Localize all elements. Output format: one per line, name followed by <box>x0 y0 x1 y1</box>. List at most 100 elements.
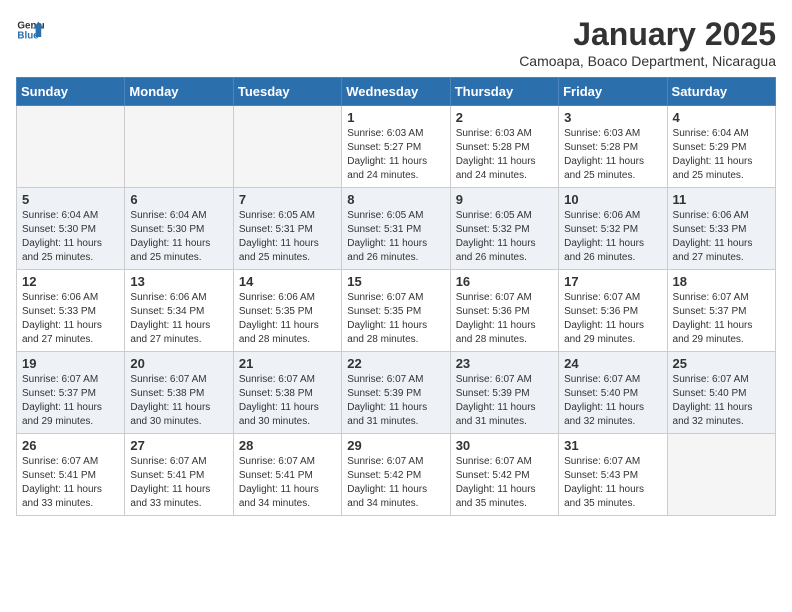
calendar-cell: 11Sunrise: 6:06 AM Sunset: 5:33 PM Dayli… <box>667 188 775 270</box>
day-info: Sunrise: 6:07 AM Sunset: 5:39 PM Dayligh… <box>456 373 553 429</box>
calendar-cell: 14 Sunrise: 6:06 AM Sunset: 5:35 PM Dayli… <box>233 270 341 352</box>
calendar-cell: 8 Sunrise: 6:05 AM Sunset: 5:31 PM Daylig… <box>342 188 450 270</box>
day-info: Sunrise: 6:07 AM Sunset: 5:38 PM Dayligh… <box>239 373 336 429</box>
day-info: Sunrise: 6:03 AM Sunset: 5:28 PM Dayligh… <box>564 127 661 183</box>
day-number: 26 <box>22 438 119 453</box>
weekday-header-saturday: Saturday <box>667 78 775 106</box>
day-number: 7 <box>239 192 336 207</box>
day-info: Sunrise: 6:07 AM Sunset: 5:39 PM Dayligh… <box>347 373 444 429</box>
weekday-header-sunday: Sunday <box>17 78 125 106</box>
weekday-header-monday: Monday <box>125 78 233 106</box>
day-number: 28 <box>239 438 336 453</box>
day-number: 25 <box>673 356 770 371</box>
calendar-cell: 4Sunrise: 6:04 AM Sunset: 5:29 PM Daylig… <box>667 106 775 188</box>
day-info: Sunrise: 6:07 AM Sunset: 5:43 PM Dayligh… <box>564 455 661 511</box>
day-info: Sunrise: 6:07 AM Sunset: 5:40 PM Dayligh… <box>564 373 661 429</box>
day-number: 5 <box>22 192 119 207</box>
calendar-cell: 15 Sunrise: 6:07 AM Sunset: 5:35 PM Dayli… <box>342 270 450 352</box>
day-info: Sunrise: 6:06 AM Sunset: 5:33 PM Dayligh… <box>22 291 119 347</box>
day-info: Sunrise: 6:04 AM Sunset: 5:29 PM Dayligh… <box>673 127 770 183</box>
calendar-cell: 2Sunrise: 6:03 AM Sunset: 5:28 PM Daylig… <box>450 106 558 188</box>
calendar-cell: 28 Sunrise: 6:07 AM Sunset: 5:41 PM Dayli… <box>233 434 341 516</box>
calendar-cell: 9 Sunrise: 6:05 AM Sunset: 5:32 PM Daylig… <box>450 188 558 270</box>
calendar-cell: 13 Sunrise: 6:06 AM Sunset: 5:34 PM Dayli… <box>125 270 233 352</box>
day-info: Sunrise: 6:07 AM Sunset: 5:42 PM Dayligh… <box>347 455 444 511</box>
weekday-header-friday: Friday <box>559 78 667 106</box>
day-number: 30 <box>456 438 553 453</box>
day-info: Sunrise: 6:03 AM Sunset: 5:27 PM Dayligh… <box>347 127 444 183</box>
day-info: Sunrise: 6:04 AM Sunset: 5:30 PM Dayligh… <box>130 209 227 265</box>
week-row-4: 19 Sunrise: 6:07 AM Sunset: 5:37 PM Dayli… <box>17 352 776 434</box>
day-number: 14 <box>239 274 336 289</box>
calendar-cell: 3 Sunrise: 6:03 AM Sunset: 5:28 PM Daylig… <box>559 106 667 188</box>
week-row-3: 12Sunrise: 6:06 AM Sunset: 5:33 PM Dayli… <box>17 270 776 352</box>
weekday-header-wednesday: Wednesday <box>342 78 450 106</box>
day-info: Sunrise: 6:03 AM Sunset: 5:28 PM Dayligh… <box>456 127 553 183</box>
day-info: Sunrise: 6:06 AM Sunset: 5:35 PM Dayligh… <box>239 291 336 347</box>
day-number: 15 <box>347 274 444 289</box>
calendar-cell: 5 Sunrise: 6:04 AM Sunset: 5:30 PM Daylig… <box>17 188 125 270</box>
day-info: Sunrise: 6:06 AM Sunset: 5:32 PM Dayligh… <box>564 209 661 265</box>
calendar-cell: 25Sunrise: 6:07 AM Sunset: 5:40 PM Dayli… <box>667 352 775 434</box>
logo: General Blue <box>16 16 44 44</box>
calendar-cell <box>667 434 775 516</box>
day-info: Sunrise: 6:07 AM Sunset: 5:37 PM Dayligh… <box>22 373 119 429</box>
day-info: Sunrise: 6:07 AM Sunset: 5:41 PM Dayligh… <box>22 455 119 511</box>
calendar-cell: 19 Sunrise: 6:07 AM Sunset: 5:37 PM Dayli… <box>17 352 125 434</box>
calendar-cell: 26 Sunrise: 6:07 AM Sunset: 5:41 PM Dayli… <box>17 434 125 516</box>
day-info: Sunrise: 6:07 AM Sunset: 5:38 PM Dayligh… <box>130 373 227 429</box>
day-info: Sunrise: 6:05 AM Sunset: 5:32 PM Dayligh… <box>456 209 553 265</box>
calendar-cell: 7 Sunrise: 6:05 AM Sunset: 5:31 PM Daylig… <box>233 188 341 270</box>
day-number: 21 <box>239 356 336 371</box>
day-info: Sunrise: 6:07 AM Sunset: 5:35 PM Dayligh… <box>347 291 444 347</box>
weekday-header-tuesday: Tuesday <box>233 78 341 106</box>
main-title: January 2025 <box>519 16 776 53</box>
calendar-cell: 12Sunrise: 6:06 AM Sunset: 5:33 PM Dayli… <box>17 270 125 352</box>
day-number: 6 <box>130 192 227 207</box>
day-number: 17 <box>564 274 661 289</box>
day-number: 11 <box>673 192 770 207</box>
day-info: Sunrise: 6:04 AM Sunset: 5:30 PM Dayligh… <box>22 209 119 265</box>
calendar-cell: 23 Sunrise: 6:07 AM Sunset: 5:39 PM Dayli… <box>450 352 558 434</box>
calendar-cell <box>125 106 233 188</box>
title-area: January 2025 Camoapa, Boaco Department, … <box>519 16 776 69</box>
calendar-cell: 30 Sunrise: 6:07 AM Sunset: 5:42 PM Dayli… <box>450 434 558 516</box>
day-number: 8 <box>347 192 444 207</box>
day-info: Sunrise: 6:05 AM Sunset: 5:31 PM Dayligh… <box>239 209 336 265</box>
day-number: 3 <box>564 110 661 125</box>
calendar-cell: 22 Sunrise: 6:07 AM Sunset: 5:39 PM Dayli… <box>342 352 450 434</box>
day-info: Sunrise: 6:05 AM Sunset: 5:31 PM Dayligh… <box>347 209 444 265</box>
day-info: Sunrise: 6:07 AM Sunset: 5:36 PM Dayligh… <box>564 291 661 347</box>
calendar-cell: 18Sunrise: 6:07 AM Sunset: 5:37 PM Dayli… <box>667 270 775 352</box>
calendar-cell: 27 Sunrise: 6:07 AM Sunset: 5:41 PM Dayli… <box>125 434 233 516</box>
day-number: 1 <box>347 110 444 125</box>
week-row-2: 5 Sunrise: 6:04 AM Sunset: 5:30 PM Daylig… <box>17 188 776 270</box>
day-info: Sunrise: 6:07 AM Sunset: 5:36 PM Dayligh… <box>456 291 553 347</box>
week-row-5: 26 Sunrise: 6:07 AM Sunset: 5:41 PM Dayli… <box>17 434 776 516</box>
day-info: Sunrise: 6:07 AM Sunset: 5:41 PM Dayligh… <box>130 455 227 511</box>
subtitle: Camoapa, Boaco Department, Nicaragua <box>519 53 776 69</box>
calendar-cell: 1 Sunrise: 6:03 AM Sunset: 5:27 PM Daylig… <box>342 106 450 188</box>
day-info: Sunrise: 6:07 AM Sunset: 5:41 PM Dayligh… <box>239 455 336 511</box>
day-number: 22 <box>347 356 444 371</box>
calendar-cell: 20 Sunrise: 6:07 AM Sunset: 5:38 PM Dayli… <box>125 352 233 434</box>
header: General Blue January 2025 Camoapa, Boaco… <box>16 16 776 69</box>
day-number: 20 <box>130 356 227 371</box>
day-number: 23 <box>456 356 553 371</box>
calendar-cell: 16 Sunrise: 6:07 AM Sunset: 5:36 PM Dayli… <box>450 270 558 352</box>
day-info: Sunrise: 6:06 AM Sunset: 5:34 PM Dayligh… <box>130 291 227 347</box>
day-number: 16 <box>456 274 553 289</box>
day-number: 27 <box>130 438 227 453</box>
day-number: 9 <box>456 192 553 207</box>
weekday-header-row: SundayMondayTuesdayWednesdayThursdayFrid… <box>17 78 776 106</box>
calendar-cell <box>233 106 341 188</box>
calendar-cell: 17 Sunrise: 6:07 AM Sunset: 5:36 PM Dayli… <box>559 270 667 352</box>
day-number: 19 <box>22 356 119 371</box>
week-row-1: 1 Sunrise: 6:03 AM Sunset: 5:27 PM Daylig… <box>17 106 776 188</box>
day-number: 13 <box>130 274 227 289</box>
calendar: SundayMondayTuesdayWednesdayThursdayFrid… <box>16 77 776 516</box>
calendar-cell <box>17 106 125 188</box>
day-number: 31 <box>564 438 661 453</box>
day-info: Sunrise: 6:07 AM Sunset: 5:42 PM Dayligh… <box>456 455 553 511</box>
calendar-cell: 24Sunrise: 6:07 AM Sunset: 5:40 PM Dayli… <box>559 352 667 434</box>
